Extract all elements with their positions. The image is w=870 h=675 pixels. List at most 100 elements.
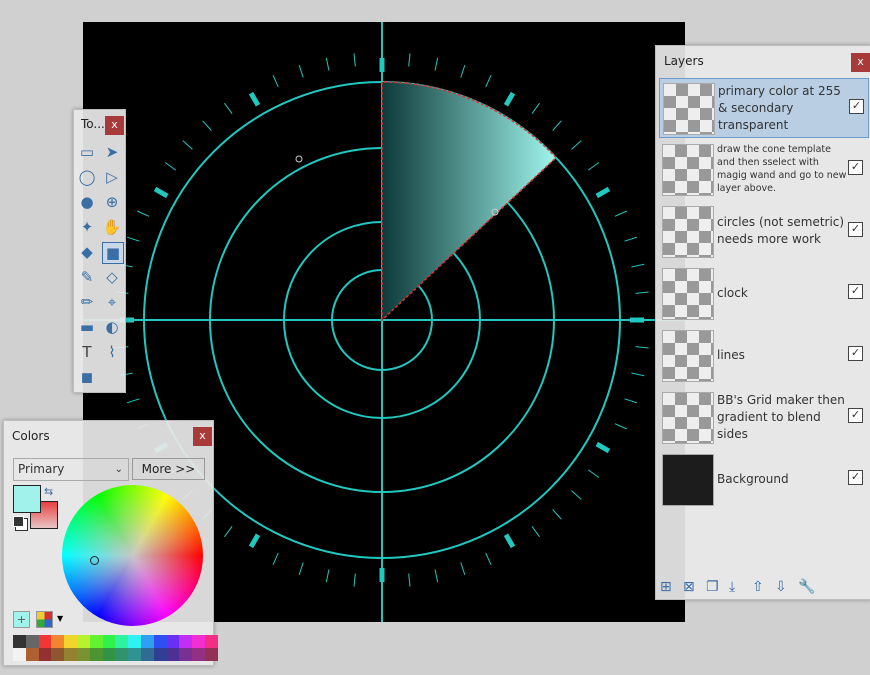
palette-swatch[interactable] bbox=[76, 635, 90, 648]
clock-tick bbox=[353, 53, 356, 67]
swap-colors-icon[interactable]: ⇆ bbox=[44, 485, 53, 498]
palette-swatch[interactable] bbox=[25, 648, 39, 661]
palette-swatch[interactable] bbox=[64, 648, 77, 661]
clock-tick bbox=[635, 291, 649, 294]
delete-layer-icon[interactable]: ⊠ bbox=[683, 579, 706, 595]
layer-visibility-checkbox[interactable]: ✓ bbox=[848, 470, 863, 485]
clock-tick bbox=[595, 186, 611, 199]
palette-swatch[interactable] bbox=[89, 648, 103, 661]
palette-swatch[interactable] bbox=[153, 648, 167, 661]
palette-swatch[interactable] bbox=[179, 635, 193, 648]
magic-wand-tool[interactable]: ✦ bbox=[77, 217, 97, 237]
duplicate-layer-icon[interactable]: ❐ bbox=[706, 579, 729, 595]
layer-visibility-checkbox[interactable]: ✓ bbox=[848, 284, 863, 299]
lasso-select-tool[interactable]: ◯ bbox=[77, 167, 97, 187]
layer-thumbnail bbox=[662, 454, 714, 506]
pencil-tool[interactable]: ✏ bbox=[77, 292, 97, 312]
layer-item[interactable]: clock ✓ bbox=[659, 264, 867, 322]
palette-swatch[interactable] bbox=[166, 635, 180, 648]
clock-tick bbox=[503, 533, 516, 549]
colors-close-button[interactable]: x bbox=[193, 427, 212, 446]
palette-swatch[interactable] bbox=[128, 635, 141, 648]
color-palette[interactable] bbox=[13, 635, 218, 661]
move-layer-up-icon[interactable]: ⇧ bbox=[752, 579, 775, 595]
reset-colors-icon[interactable] bbox=[13, 516, 24, 527]
palette-swatch[interactable] bbox=[192, 635, 205, 648]
layer-visibility-checkbox[interactable]: ✓ bbox=[849, 99, 864, 114]
move-selection-tool[interactable]: ▷ bbox=[102, 167, 122, 187]
layer-item[interactable]: circles (not semetric) needs more work ✓ bbox=[659, 202, 867, 260]
add-to-palette-icon[interactable]: + bbox=[13, 611, 30, 628]
color-picker-marker[interactable] bbox=[90, 556, 99, 565]
palette-swatch[interactable] bbox=[204, 635, 218, 648]
clone-stamp-tool[interactable]: ▬ bbox=[77, 317, 97, 337]
merge-layer-down-icon[interactable]: ⤓ bbox=[729, 579, 752, 595]
layer-item[interactable]: primary color at 255 & secondary transpa… bbox=[659, 78, 869, 138]
palette-swatch[interactable] bbox=[115, 635, 129, 648]
palette-menu-icon[interactable] bbox=[36, 611, 53, 628]
layer-visibility-checkbox[interactable]: ✓ bbox=[848, 346, 863, 361]
clock-tick bbox=[531, 526, 540, 538]
color-picker-tool[interactable]: ⌖ bbox=[102, 292, 122, 312]
text-tool[interactable]: T bbox=[77, 342, 97, 362]
shapes-icon: ◼ bbox=[80, 368, 94, 386]
palette-swatch[interactable] bbox=[115, 648, 129, 661]
palette-swatch[interactable] bbox=[179, 648, 193, 661]
gradient-tool[interactable]: ■ bbox=[102, 242, 124, 264]
layers-close-button[interactable]: x bbox=[851, 53, 870, 72]
palette-swatch[interactable] bbox=[64, 635, 77, 648]
layer-visibility-checkbox[interactable]: ✓ bbox=[848, 222, 863, 237]
palette-swatch[interactable] bbox=[192, 648, 205, 661]
layer-item[interactable]: BB's Grid maker then gradient to blend s… bbox=[659, 388, 867, 446]
palette-swatch[interactable] bbox=[204, 648, 218, 661]
primary-color-swatch[interactable] bbox=[13, 485, 41, 513]
palette-swatch[interactable] bbox=[140, 635, 154, 648]
move-selected-tool[interactable]: ➤ bbox=[102, 142, 122, 162]
paintbrush-tool[interactable]: ✎ bbox=[77, 267, 97, 287]
clone-stamp-icon: ▬ bbox=[79, 318, 95, 336]
palette-swatch[interactable] bbox=[153, 635, 167, 648]
layer-visibility-checkbox[interactable]: ✓ bbox=[848, 408, 863, 423]
add-layer-icon[interactable]: ⊞ bbox=[660, 579, 683, 595]
more-button[interactable]: More >> bbox=[132, 458, 205, 480]
palette-swatch[interactable] bbox=[13, 648, 26, 661]
shapes-tool[interactable]: ◼ bbox=[77, 367, 97, 387]
tools-close-button[interactable]: x bbox=[105, 116, 124, 135]
ellipse-select-tool[interactable]: ● bbox=[77, 192, 97, 212]
rectangle-select-tool[interactable]: ▭ bbox=[77, 142, 97, 162]
paint-bucket-tool[interactable]: ◆ bbox=[77, 242, 97, 262]
palette-swatch[interactable] bbox=[76, 648, 90, 661]
pan-tool[interactable]: ✋ bbox=[102, 217, 122, 237]
layer-item[interactable]: Background ✓ bbox=[659, 450, 867, 508]
paintbrush-icon: ✎ bbox=[80, 268, 94, 286]
recolor-tool[interactable]: ◐ bbox=[102, 317, 122, 337]
palette-swatch[interactable] bbox=[25, 635, 39, 648]
eraser-icon: ◇ bbox=[106, 268, 118, 286]
layer-visibility-checkbox[interactable]: ✓ bbox=[848, 160, 863, 175]
palette-swatch[interactable] bbox=[13, 635, 26, 648]
palette-swatch[interactable] bbox=[140, 648, 154, 661]
color-wheel[interactable] bbox=[62, 485, 203, 626]
palette-swatch[interactable] bbox=[166, 648, 180, 661]
eraser-tool[interactable]: ◇ bbox=[102, 267, 122, 287]
color-mode-select[interactable]: Primary ⌄ bbox=[13, 458, 129, 481]
dropdown-arrow-icon[interactable]: ▼ bbox=[57, 614, 63, 623]
line-curve-tool[interactable]: ⌇ bbox=[102, 342, 122, 362]
palette-swatch[interactable] bbox=[38, 635, 52, 648]
layer-item[interactable]: lines ✓ bbox=[659, 326, 867, 384]
pencil-icon: ✏ bbox=[80, 293, 94, 311]
palette-swatch[interactable] bbox=[102, 635, 116, 648]
palette-swatch[interactable] bbox=[51, 635, 65, 648]
layer-properties-icon[interactable]: 🔧 bbox=[798, 579, 821, 595]
palette-swatch[interactable] bbox=[102, 648, 116, 661]
zoom-tool[interactable]: ⊕ bbox=[102, 192, 122, 212]
layers-window-title: Layers bbox=[664, 54, 704, 68]
palette-swatch[interactable] bbox=[89, 635, 103, 648]
palette-swatch[interactable] bbox=[38, 648, 52, 661]
move-layer-down-icon[interactable]: ⇩ bbox=[775, 579, 798, 595]
clock-tick bbox=[126, 398, 140, 404]
layer-item[interactable]: draw the cone template and then sselect … bbox=[659, 140, 867, 198]
palette-swatch[interactable] bbox=[51, 648, 65, 661]
clock-tick bbox=[248, 91, 261, 107]
palette-swatch[interactable] bbox=[128, 648, 141, 661]
